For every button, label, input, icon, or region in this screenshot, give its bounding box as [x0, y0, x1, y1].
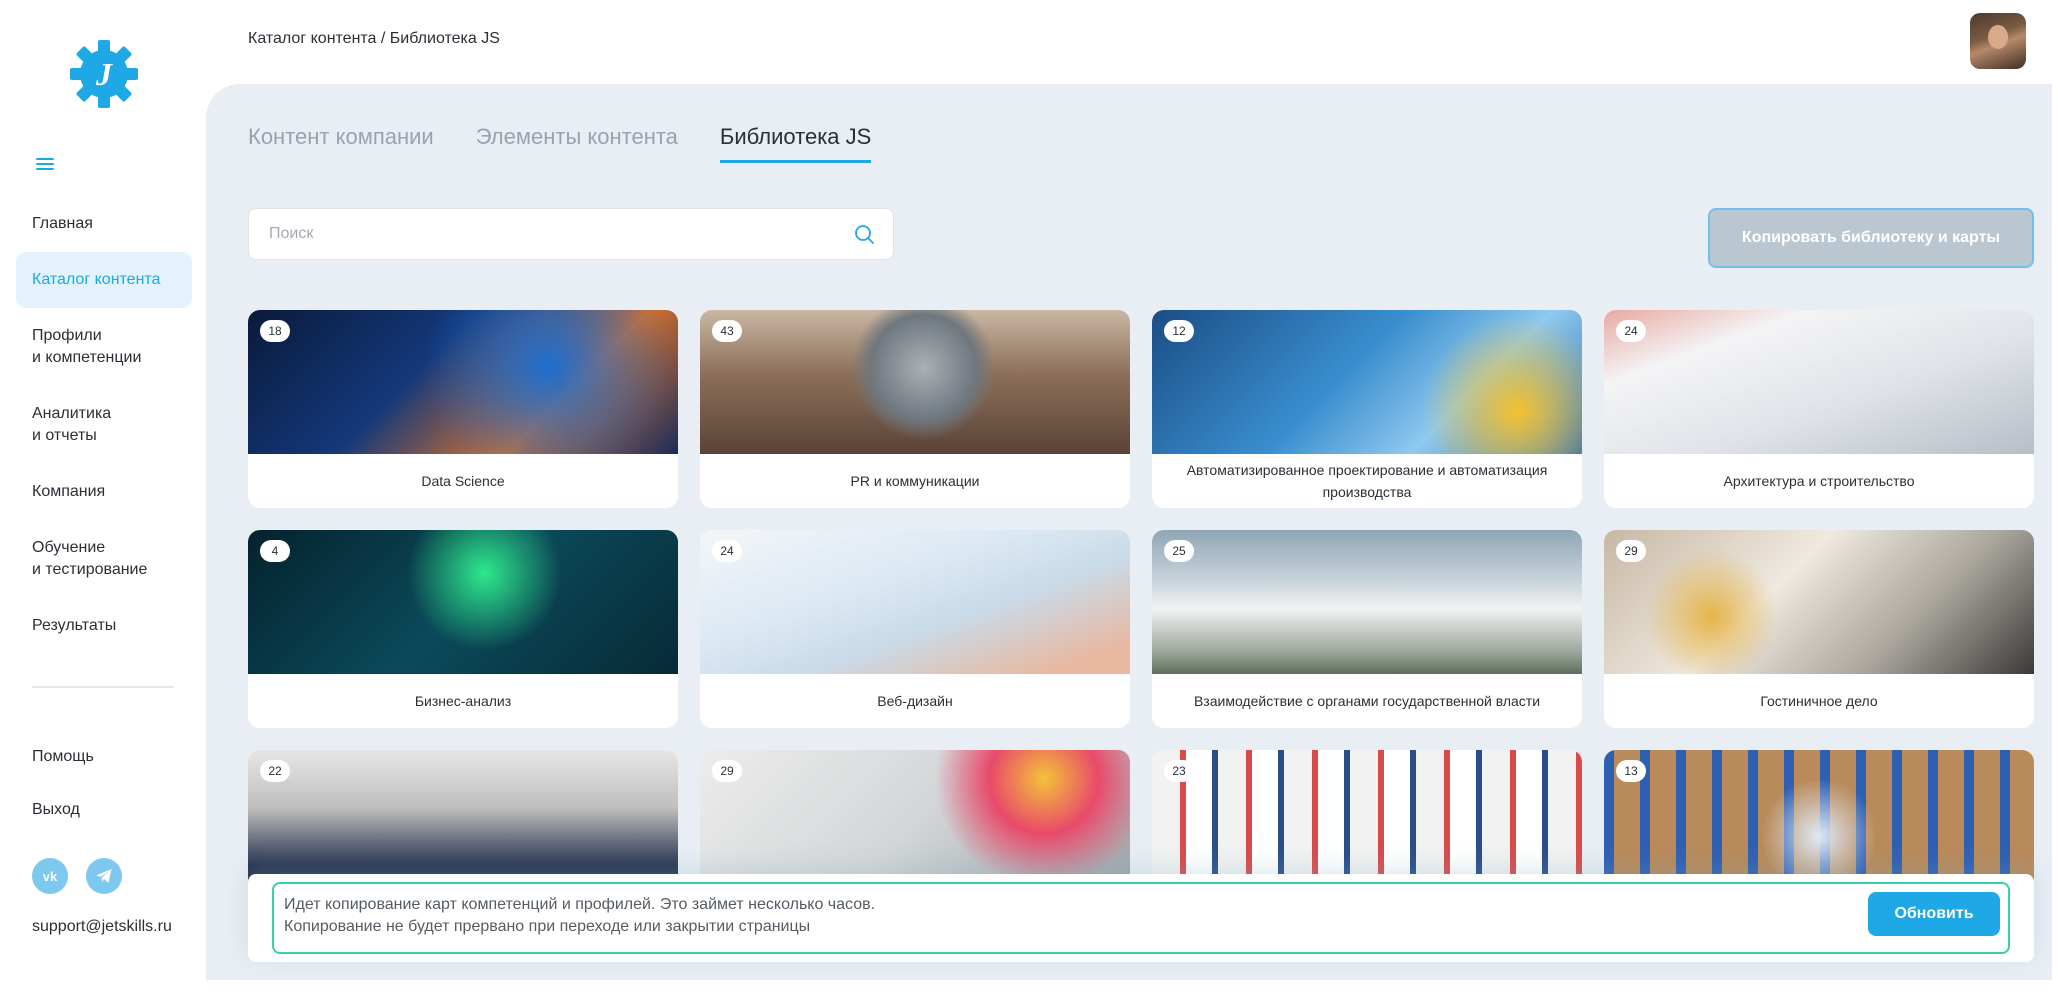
sidebar-item-label: Результаты	[32, 617, 117, 634]
card-title: Гостиничное дело	[1760, 693, 1878, 709]
card-image	[1152, 310, 1582, 454]
search-icon[interactable]	[853, 223, 875, 245]
search-input[interactable]	[249, 209, 853, 259]
logo-letter: J	[95, 56, 113, 92]
card-count-badge: 12	[1164, 320, 1194, 342]
sidebar-item-home[interactable]: Главная	[16, 196, 192, 252]
menu-toggle-icon[interactable]	[36, 158, 54, 172]
sidebar-divider	[32, 686, 174, 688]
sidebar: J Главная Каталог контента Профили и ком…	[0, 0, 200, 1008]
avatar[interactable]	[1970, 13, 2026, 69]
sidebar-item-label: Обучение и тестирование	[32, 537, 147, 581]
notice-text: Идет копирование карт компетенций и проф…	[284, 894, 875, 938]
content-tabs: Контент компании Элементы контента Библи…	[248, 124, 872, 163]
sidebar-item-profiles[interactable]: Профили и компетенции	[16, 308, 192, 386]
avatar-face	[1988, 25, 2008, 49]
library-card[interactable]: 12 Автоматизированное проектирование и а…	[1152, 310, 1582, 508]
sidebar-item-label-line2: и тестирование	[32, 561, 148, 578]
search-box	[248, 208, 894, 260]
logout-link[interactable]: Выход	[32, 801, 80, 819]
card-image	[1152, 530, 1582, 674]
tab-company-content[interactable]: Контент компании	[248, 124, 434, 163]
card-count-badge: 24	[1616, 320, 1646, 342]
jetskills-logo[interactable]: J	[68, 38, 140, 110]
card-count-badge: 22	[260, 760, 290, 782]
card-count-badge: 25	[1164, 540, 1194, 562]
telegram-icon[interactable]	[86, 858, 122, 894]
main-panel: Контент компании Элементы контента Библи…	[206, 84, 2052, 980]
card-count-badge: 29	[1616, 540, 1646, 562]
sidebar-item-content-catalog[interactable]: Каталог контента	[16, 252, 192, 308]
sidebar-item-label: Главная	[32, 215, 93, 232]
sidebar-item-label: Каталог контента	[32, 271, 161, 288]
card-image	[1152, 750, 1582, 894]
tab-js-library[interactable]: Библиотека JS	[719, 124, 872, 163]
copy-progress-notice: Идет копирование карт компетенций и проф…	[248, 874, 2034, 962]
sidebar-item-label: Аналитика и отчеты	[32, 403, 111, 447]
card-count-badge: 24	[712, 540, 742, 562]
card-image	[248, 310, 678, 454]
telegram-plane-icon	[96, 869, 112, 883]
card-title: Автоматизированное проектирование и авто…	[1186, 462, 1548, 500]
vk-icon[interactable]: vk	[32, 858, 68, 894]
card-image	[248, 530, 678, 674]
library-card[interactable]: 25 Взаимодействие с органами государстве…	[1152, 530, 1582, 728]
sidebar-item-results[interactable]: Результаты	[16, 598, 192, 654]
library-card[interactable]: 4 Бизнес-анализ	[248, 530, 678, 728]
sidebar-item-label-line1: Аналитика	[32, 405, 112, 422]
tab-content-elements[interactable]: Элементы контента	[476, 124, 678, 163]
card-image	[700, 750, 1130, 894]
card-title: Бизнес-анализ	[414, 693, 512, 709]
card-title: Веб-дизайн	[877, 693, 953, 709]
refresh-button[interactable]: Обновить	[1868, 892, 2000, 936]
card-title: Архитектура и строительство	[1723, 473, 1915, 489]
library-card[interactable]: 43 PR и коммуникации	[700, 310, 1130, 508]
sidebar-item-label-line2: и компетенции	[32, 349, 142, 366]
copy-library-button[interactable]: Копировать библиотеку и карты	[1708, 208, 2034, 268]
card-count-badge: 23	[1164, 760, 1194, 782]
card-image	[1604, 750, 2034, 894]
library-card[interactable]: 24 Веб-дизайн	[700, 530, 1130, 728]
card-count-badge: 4	[260, 540, 290, 562]
card-count-badge: 18	[260, 320, 290, 342]
library-card[interactable]: 24 Архитектура и строительство	[1604, 310, 2034, 508]
card-count-badge: 13	[1616, 760, 1646, 782]
breadcrumb: Каталог контента / Библиотека JS	[248, 30, 500, 47]
card-title: PR и коммуникации	[850, 473, 980, 489]
card-image	[700, 530, 1130, 674]
notice-line-1: Идет копирование карт компетенций и проф…	[284, 896, 876, 913]
sidebar-item-company[interactable]: Компания	[16, 464, 192, 520]
sidebar-item-analytics[interactable]: Аналитика и отчеты	[16, 386, 192, 464]
card-image	[700, 310, 1130, 454]
sidebar-item-label-line1: Профили	[32, 327, 102, 344]
notice-frame: Идет копирование карт компетенций и проф…	[272, 882, 2010, 954]
app-root: J Главная Каталог контента Профили и ком…	[0, 0, 2058, 1008]
library-card[interactable]: 18 Data Science	[248, 310, 678, 508]
sidebar-item-label: Профили и компетенции	[32, 325, 141, 369]
card-count-badge: 43	[712, 320, 742, 342]
vk-icon-text: vk	[42, 868, 58, 884]
sidebar-item-label: Компания	[32, 483, 106, 500]
card-image	[1604, 310, 2034, 454]
support-email-link[interactable]: support@jetskills.ru	[32, 918, 172, 936]
card-image	[1604, 530, 2034, 674]
sidebar-nav: Главная Каталог контента Профили и компе…	[16, 196, 192, 654]
help-link[interactable]: Помощь	[32, 748, 94, 766]
card-count-badge: 29	[712, 760, 742, 782]
sidebar-item-learning[interactable]: Обучение и тестирование	[16, 520, 192, 598]
card-image	[248, 750, 678, 894]
sidebar-item-label-line1: Обучение	[32, 539, 106, 556]
library-card[interactable]: 29 Гостиничное дело	[1604, 530, 2034, 728]
notice-line-2: Копирование не будет прервано при перехо…	[284, 918, 811, 935]
sidebar-item-label-line2: и отчеты	[32, 427, 97, 444]
card-title: Взаимодействие с органами государственно…	[1193, 693, 1541, 709]
card-title: Data Science	[421, 473, 505, 489]
